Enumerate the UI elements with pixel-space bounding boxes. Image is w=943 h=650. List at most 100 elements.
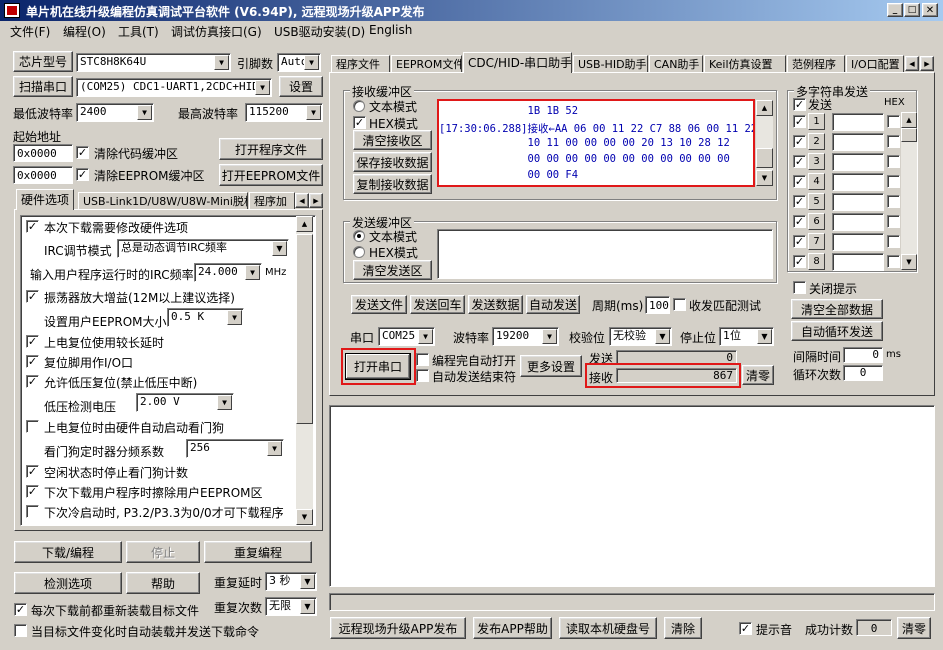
repeat-count-select[interactable]: 无限 ▼ — [265, 597, 317, 616]
menu-english[interactable]: English — [369, 23, 412, 37]
multi-row-input[interactable] — [832, 173, 884, 191]
wdt-auto-checkbox[interactable] — [26, 420, 39, 433]
reset-count-button[interactable]: 清零 — [742, 365, 774, 385]
send-return-button[interactable]: 发送回车 — [410, 295, 465, 314]
tab-usb-hid[interactable]: USB-HID助手 — [573, 55, 648, 73]
read-disk-button[interactable]: 读取本机硬盘号 — [559, 617, 657, 639]
auto-send-button[interactable]: 自动发送 — [526, 295, 580, 314]
multi-row-send-button[interactable]: 1 — [808, 113, 825, 130]
tab-examples[interactable]: 范例程序 — [787, 55, 845, 73]
chevron-down-icon[interactable]: ▼ — [655, 329, 670, 344]
stop-button[interactable]: 停止 — [126, 541, 200, 563]
chevron-down-icon[interactable]: ▼ — [300, 574, 315, 589]
multi-row-send-button[interactable]: 8 — [808, 253, 825, 270]
auto-loop-button[interactable]: 自动循环发送 — [791, 321, 883, 341]
scroll-thumb[interactable] — [901, 128, 917, 142]
chevron-down-icon[interactable]: ▼ — [217, 395, 232, 410]
tab-keil-sim[interactable]: Keil仿真设置 — [704, 55, 786, 73]
multi-row-hex-checkbox[interactable] — [887, 155, 900, 168]
options-scrollbar[interactable]: ▲ ▼ — [296, 216, 313, 525]
wdt-div-select[interactable]: 256 ▼ — [186, 439, 284, 458]
max-baud-select[interactable]: 115200 ▼ — [245, 103, 323, 122]
port-select[interactable]: COM25 ▼ — [378, 327, 435, 346]
eeprom-size-select[interactable]: 0.5 K ▼ — [167, 308, 244, 327]
tab-io-config[interactable]: I/O口配置 — [846, 55, 904, 73]
chevron-down-icon[interactable]: ▼ — [757, 329, 772, 344]
send-hex-mode-radio[interactable] — [353, 246, 365, 258]
tab-program-encrypt[interactable]: 程序加 — [249, 192, 295, 210]
cold-boot-checkbox[interactable] — [26, 505, 39, 518]
open-program-file-button[interactable]: 打开程序文件 — [219, 138, 323, 160]
multi-row-input[interactable] — [832, 213, 884, 231]
auto-open-checkbox[interactable] — [416, 353, 429, 366]
multi-row-checkbox[interactable]: ✓ — [793, 135, 806, 148]
multi-row-checkbox[interactable]: ✓ — [793, 155, 806, 168]
send-text-mode-radio[interactable] — [353, 230, 365, 242]
scroll-down-icon[interactable]: ▼ — [901, 254, 917, 270]
success-reset-button[interactable]: 清零 — [897, 617, 931, 639]
scroll-down-icon[interactable]: ▼ — [756, 170, 773, 186]
scroll-up-icon[interactable]: ▲ — [296, 216, 313, 232]
receive-scrollbar[interactable]: ▲ ▼ — [756, 100, 773, 186]
menu-tools[interactable]: 工具(T) — [118, 23, 159, 40]
multi-row-input[interactable] — [832, 113, 884, 131]
download-program-button[interactable]: 下载/编程 — [14, 541, 122, 563]
send-textarea[interactable] — [437, 229, 773, 279]
menu-program[interactable]: 编程(O) — [63, 23, 106, 40]
send-file-button[interactable]: 发送文件 — [351, 295, 407, 314]
repeat-program-button[interactable]: 重复编程 — [204, 541, 312, 563]
chevron-down-icon[interactable]: ▼ — [137, 105, 152, 120]
scroll-up-icon[interactable]: ▲ — [756, 100, 773, 116]
osc-gain-checkbox[interactable]: ✓ — [26, 290, 39, 303]
scan-port-button[interactable]: 扫描串口 — [13, 76, 73, 97]
multi-row-input[interactable] — [832, 253, 884, 271]
chevron-down-icon[interactable]: ▼ — [255, 80, 270, 95]
multi-row-checkbox[interactable]: ✓ — [793, 195, 806, 208]
multi-row-input[interactable] — [832, 133, 884, 151]
por-delay-checkbox[interactable]: ✓ — [26, 335, 39, 348]
open-eeprom-file-button[interactable]: 打开EEPROM文件 — [219, 164, 323, 186]
save-receive-button[interactable]: 保存接收数据 — [353, 152, 432, 172]
clear-eeprom-checkbox[interactable]: ✓ — [76, 168, 89, 181]
repeat-delay-select[interactable]: 3 秒 ▼ — [265, 572, 317, 591]
chevron-down-icon[interactable]: ▼ — [542, 329, 557, 344]
erase-eeprom-checkbox[interactable]: ✓ — [26, 485, 39, 498]
multi-row-send-button[interactable]: 4 — [808, 173, 825, 190]
chevron-down-icon[interactable]: ▼ — [306, 105, 321, 120]
clear-button[interactable]: 清除 — [664, 617, 702, 639]
reload-before-checkbox[interactable]: ✓ — [14, 603, 27, 616]
scroll-thumb[interactable] — [296, 234, 313, 424]
tab-scroll-right[interactable]: ▶ — [309, 193, 323, 208]
chevron-down-icon[interactable]: ▼ — [245, 265, 260, 280]
publish-app-button[interactable]: 远程现场升级APP发布 — [330, 617, 466, 639]
chevron-down-icon[interactable]: ▼ — [227, 310, 242, 325]
multi-row-checkbox[interactable]: ✓ — [793, 255, 806, 268]
auto-send-end-checkbox[interactable] — [416, 369, 429, 382]
clear-all-button[interactable]: 清空全部数据 — [791, 299, 883, 319]
interval-input[interactable]: 0 — [843, 347, 883, 363]
multi-row-input[interactable] — [832, 233, 884, 251]
irc-freq-select[interactable]: 24.000 ▼ — [194, 263, 262, 282]
scroll-up-icon[interactable]: ▲ — [901, 112, 917, 128]
min-baud-select[interactable]: 2400 ▼ — [76, 103, 154, 122]
clear-receive-button[interactable]: 清空接收区 — [353, 130, 432, 150]
baud-select[interactable]: 19200 ▼ — [492, 327, 559, 346]
close-button[interactable]: ✕ — [922, 3, 938, 17]
more-settings-button[interactable]: 更多设置 — [520, 355, 582, 377]
tab-can[interactable]: CAN助手 — [649, 55, 703, 73]
multi-row-hex-checkbox[interactable] — [887, 215, 900, 228]
clear-send-button[interactable]: 清空发送区 — [353, 260, 432, 280]
port-select[interactable]: (COM25) CDC1-UART1,2CDC+HID ▼ — [76, 78, 272, 97]
multi-row-hex-checkbox[interactable] — [887, 195, 900, 208]
multi-row-hex-checkbox[interactable] — [887, 235, 900, 248]
chip-model-button[interactable]: 芯片型号 — [13, 51, 73, 72]
start-address-eeprom-input[interactable]: 0x0000 — [13, 166, 73, 184]
chevron-down-icon[interactable]: ▼ — [300, 599, 315, 614]
help-button[interactable]: 帮助 — [126, 572, 200, 594]
lvr-checkbox[interactable]: ✓ — [26, 375, 39, 388]
scroll-thumb[interactable] — [756, 148, 773, 168]
multi-scrollbar[interactable]: ▲ ▼ — [901, 112, 917, 270]
publish-help-button[interactable]: 发布APP帮助 — [473, 617, 552, 639]
multi-row-send-button[interactable]: 7 — [808, 233, 825, 250]
chevron-down-icon[interactable]: ▼ — [267, 441, 282, 456]
